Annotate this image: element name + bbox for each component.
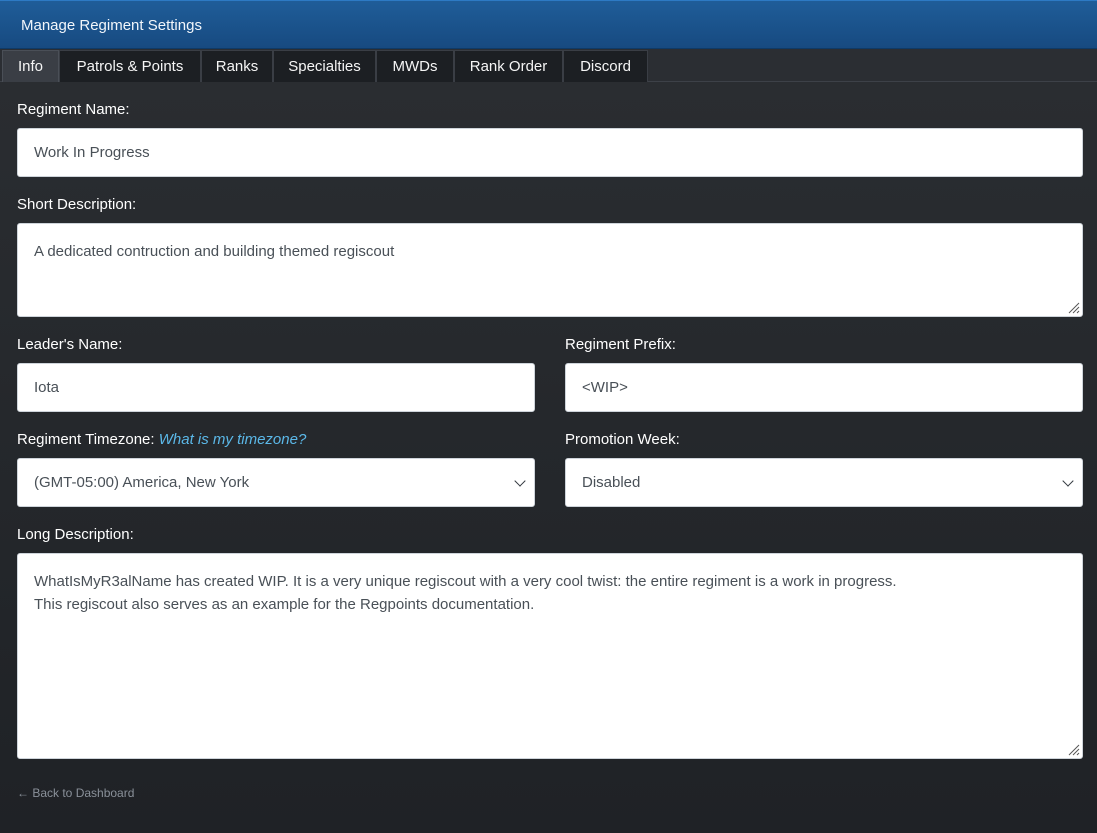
long-description-label: Long Description: <box>17 526 134 543</box>
regiment-name-input[interactable]: Work In Progress <box>17 128 1083 177</box>
resize-grip-icon[interactable] <box>1068 744 1080 756</box>
tab-specialties[interactable]: Specialties <box>273 50 376 82</box>
timezone-label-group: Regiment Timezone: What is my timezone? <box>17 431 306 448</box>
long-description-text: WhatIsMyR3alName has created WIP. It is … <box>34 573 897 613</box>
tab-bar: Info Patrols & Points Ranks Specialties … <box>0 49 1097 82</box>
leader-name-label: Leader's Name: <box>17 336 123 353</box>
page-title: Manage Regiment Settings <box>21 17 202 34</box>
short-description-text: A dedicated contruction and building the… <box>34 243 395 260</box>
long-description-textarea[interactable]: WhatIsMyR3alName has created WIP. It is … <box>17 553 1083 759</box>
regiment-prefix-label: Regiment Prefix: <box>565 336 676 353</box>
short-description-label: Short Description: <box>17 196 137 213</box>
tab-patrols-points[interactable]: Patrols & Points <box>59 50 201 82</box>
promotion-week-label: Promotion Week: <box>565 431 680 448</box>
timezone-select[interactable]: (GMT-05:00) America, New York <box>17 458 535 507</box>
back-to-dashboard-link[interactable]: ← Back to Dashboard <box>17 786 134 800</box>
promotion-week-selected-value: Disabled <box>582 474 641 491</box>
chevron-down-icon <box>1062 474 1074 487</box>
timezone-label: Regiment Timezone: <box>17 431 155 448</box>
title-bar: Manage Regiment Settings <box>0 0 1097 49</box>
chevron-down-icon <box>514 474 526 487</box>
tab-ranks[interactable]: Ranks <box>201 50 273 82</box>
timezone-selected-value: (GMT-05:00) America, New York <box>34 474 250 491</box>
leader-name-input[interactable]: Iota <box>17 363 535 412</box>
resize-grip-icon[interactable] <box>1068 302 1080 314</box>
tab-mwds[interactable]: MWDs <box>376 50 454 82</box>
tab-rank-order[interactable]: Rank Order <box>454 50 563 82</box>
tab-info[interactable]: Info <box>2 50 59 82</box>
tab-discord[interactable]: Discord <box>563 50 648 82</box>
regiment-prefix-input[interactable]: <WIP> <box>565 363 1083 412</box>
timezone-help-link[interactable]: What is my timezone? <box>159 431 307 448</box>
regiment-name-label: Regiment Name: <box>17 101 130 118</box>
promotion-week-select[interactable]: Disabled <box>565 458 1083 507</box>
short-description-textarea[interactable]: A dedicated contruction and building the… <box>17 223 1083 317</box>
